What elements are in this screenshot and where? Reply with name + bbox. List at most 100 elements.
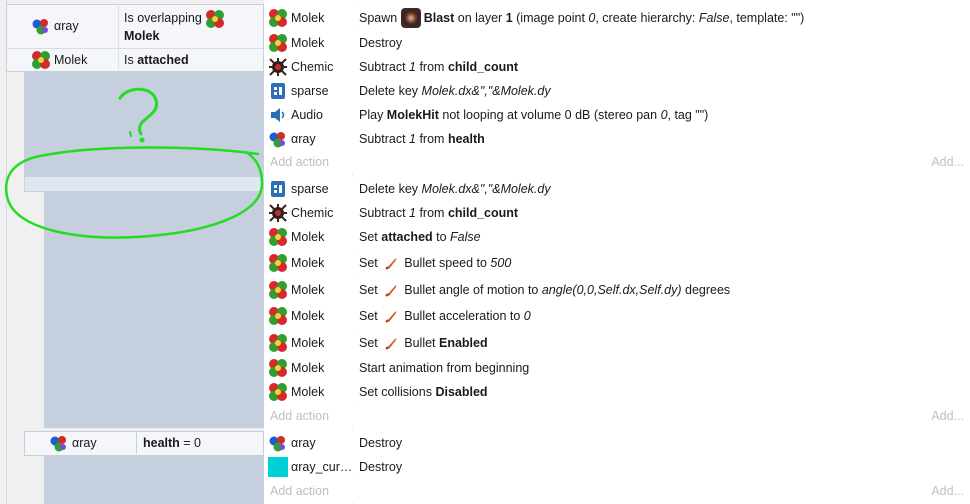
action-text-part: Set: [359, 283, 382, 297]
action-row[interactable]: Molek Destroy: [264, 31, 970, 55]
action-object-name: Audio: [291, 108, 323, 122]
action-object-name: Molek: [291, 11, 325, 25]
action-text-part: MolekHit: [386, 108, 439, 122]
column-divider: [136, 431, 137, 454]
add-action-more[interactable]: Add...: [931, 484, 964, 498]
action-text: Set Bullet angle of motion to angle(0,0,…: [356, 282, 730, 298]
action-row[interactable]: Molek Set Bullet acceleration to 0: [264, 303, 970, 329]
action-text-part: Disabled: [435, 385, 488, 399]
action-row[interactable]: Molek Set Bullet Enabled: [264, 330, 970, 356]
action-text-part: from: [415, 60, 448, 74]
action-object-name: sparse: [291, 84, 329, 98]
action-row[interactable]: Audio Play MolekHit not looping at volume…: [264, 103, 970, 127]
action-object-name: Molek: [291, 336, 325, 350]
action-row[interactable]: Molek Set Bullet speed to 500: [264, 250, 970, 276]
action-text-part: from: [415, 206, 448, 220]
action-text-part: Subtract: [359, 132, 410, 146]
action-text-part: Set: [359, 230, 382, 244]
action-row[interactable]: sparse Delete key Molek.dx&","&Molek.dy: [264, 79, 970, 103]
indent-guide: [6, 0, 7, 504]
action-row[interactable]: Molek Set attached to False: [264, 225, 970, 249]
chemic-icon: [268, 57, 288, 77]
action-text-part: 1: [409, 132, 416, 146]
add-action-link[interactable]: Add action: [270, 409, 329, 423]
action-object[interactable]: Molek: [264, 333, 356, 353]
add-action-link[interactable]: Add action: [270, 484, 329, 498]
action-text-part: 1: [409, 60, 416, 74]
action-text: Subtract 1 from health: [356, 132, 485, 146]
action-text-part: Blast: [423, 11, 455, 25]
cursor-object-icon: [268, 457, 288, 477]
condition-variable: health: [143, 435, 180, 450]
action-object[interactable]: αray: [264, 433, 356, 453]
action-object[interactable]: Chemic: [264, 57, 356, 77]
action-text: Destroy: [356, 460, 402, 474]
action-text-part: Molek.dx&","&Molek.dy: [421, 182, 551, 196]
action-row[interactable]: sparse Delete key Molek.dx&","&Molek.dy: [264, 177, 970, 201]
action-object[interactable]: Molek: [264, 253, 356, 273]
aray-icon: [268, 433, 288, 453]
action-object[interactable]: Molek: [264, 306, 356, 326]
action-row[interactable]: Molek Set collisions Disabled: [264, 380, 970, 404]
bullet-behavior-icon: [383, 335, 399, 351]
action-row[interactable]: Chemic Subtract 1 from child_count: [264, 55, 970, 79]
condition-object: αray: [54, 19, 79, 33]
action-object[interactable]: Molek: [264, 8, 356, 28]
event1-conditions[interactable]: αray Is overlapping Molek Molek Is attac…: [6, 4, 264, 72]
add-action-more[interactable]: Add...: [931, 155, 964, 169]
action-text-part: 0: [523, 309, 531, 323]
molek-icon: [268, 382, 288, 402]
action-row[interactable]: αray_cur… Destroy: [264, 455, 970, 479]
action-row[interactable]: Molek Spawn Blast on layer 1 (image point…: [264, 6, 970, 30]
action-text-part: , tag ""): [667, 108, 709, 122]
action-object[interactable]: Molek: [264, 33, 356, 53]
molek-icon: [268, 33, 288, 53]
action-object[interactable]: Audio: [264, 105, 356, 125]
action-text-part: 1: [505, 11, 513, 25]
action-text-part: Subtract: [359, 206, 410, 220]
action-text-part: 1: [409, 206, 416, 220]
condition-attached[interactable]: Molek Is attached: [7, 49, 189, 71]
action-text-part: Molek.dx&","&Molek.dy: [421, 84, 551, 98]
condition-health[interactable]: αray health = 0: [25, 432, 201, 454]
action-object[interactable]: Molek: [264, 280, 356, 300]
action-object[interactable]: Molek: [264, 382, 356, 402]
action-row[interactable]: Chemic Subtract 1 from child_count: [264, 201, 970, 225]
event3-conditions[interactable]: αray health = 0: [24, 431, 264, 456]
action-object[interactable]: sparse: [264, 179, 356, 199]
action-text-part: Play: [359, 108, 387, 122]
action-object[interactable]: sparse: [264, 81, 356, 101]
action-object[interactable]: Chemic: [264, 203, 356, 223]
action-text: Delete key Molek.dx&","&Molek.dy: [356, 84, 551, 98]
add-action-link[interactable]: Add action: [270, 155, 329, 169]
action-text-part: Set: [359, 336, 382, 350]
add-action-more[interactable]: Add...: [931, 409, 964, 423]
action-object[interactable]: αray_cur…: [264, 457, 356, 477]
action-row[interactable]: Molek Start animation from beginning: [264, 356, 970, 380]
action-text-part: Delete key: [359, 182, 422, 196]
action-object-name: Molek: [291, 385, 325, 399]
condition-compare: = 0: [179, 435, 202, 450]
action-object[interactable]: αray: [264, 129, 356, 149]
action-text-part: on layer: [454, 11, 506, 25]
add-action-row[interactable]: Add action Add...: [264, 480, 970, 502]
speaker-icon: [268, 105, 288, 125]
action-row[interactable]: αray Subtract 1 from health: [264, 127, 970, 151]
dictionary-icon: [268, 179, 288, 199]
molek-icon: [205, 9, 225, 29]
action-text-part: Delete key: [359, 84, 422, 98]
action-text-part: from: [415, 132, 448, 146]
bullet-behavior-icon: [383, 255, 399, 271]
event3-body: [44, 455, 264, 504]
add-action-row[interactable]: Add action Add...: [264, 151, 970, 173]
action-row[interactable]: Molek Set Bullet angle of motion to angle…: [264, 277, 970, 303]
action-object[interactable]: Molek: [264, 227, 356, 247]
add-action-row[interactable]: Add action Add...: [264, 405, 970, 427]
molek-icon: [268, 358, 288, 378]
action-object-name: Molek: [291, 36, 325, 50]
action-text: Delete key Molek.dx&","&Molek.dy: [356, 182, 551, 196]
action-label: Destroy: [359, 460, 403, 474]
chemic-icon: [268, 203, 288, 223]
action-row[interactable]: αray Destroy: [264, 431, 970, 455]
action-object[interactable]: Molek: [264, 358, 356, 378]
